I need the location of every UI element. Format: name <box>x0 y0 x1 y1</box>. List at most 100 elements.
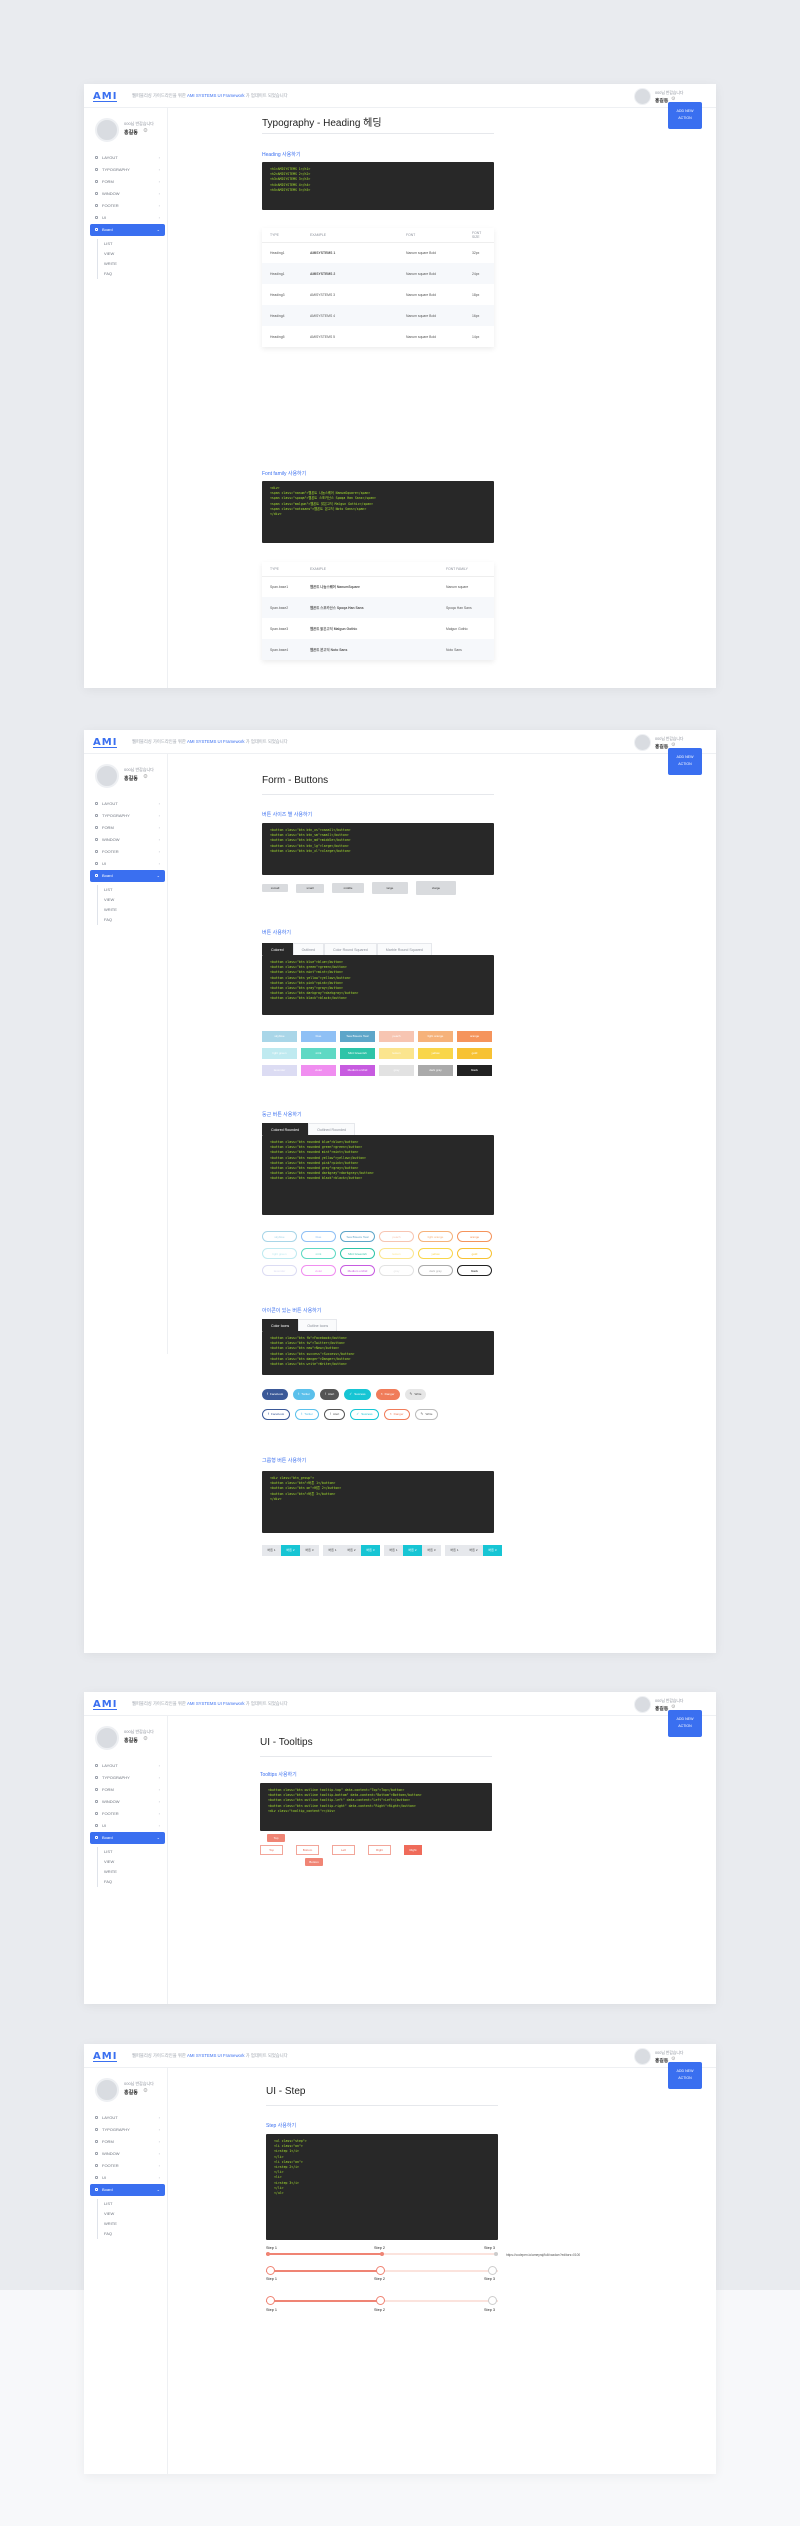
notice-highlight[interactable]: AMI SYSTEMS UI Framework <box>187 1701 245 1706</box>
sidebar-avatar[interactable] <box>95 118 119 142</box>
color-button[interactable]: Mint Greenish <box>340 1048 375 1059</box>
sidebar-item-typography[interactable]: TYPOGRAPHY › <box>90 810 165 822</box>
color-button[interactable]: orange <box>457 1031 492 1042</box>
color-button[interactable]: mint <box>301 1048 336 1059</box>
submenu-item-write[interactable]: WRITE <box>98 905 165 915</box>
alert-button[interactable]: ! Alert <box>324 1409 346 1420</box>
success-button[interactable]: ✓ Success <box>344 1389 371 1400</box>
rounded-button[interactable]: peach <box>379 1231 414 1242</box>
tooltip-right-button[interactable]: Right <box>368 1845 391 1855</box>
heading-code-block[interactable]: <h1>AMISYSTEMS 1</h1> <h2>AMISYSTEMS 2</h… <box>262 162 494 210</box>
rounded-button[interactable]: mint <box>301 1248 336 1259</box>
danger-button[interactable]: × Danger <box>375 1389 400 1400</box>
sidebar-item-layout[interactable]: LAYOUT › <box>90 798 165 810</box>
color-code-block[interactable]: <button class="btn blue">blue</button> <b… <box>262 955 494 1015</box>
large-button[interactable]: large <box>372 882 408 894</box>
rounded-button[interactable]: black <box>457 1265 492 1276</box>
group-button[interactable]: 버튼 1 <box>384 1545 403 1556</box>
group-button[interactable]: 버튼 3 <box>361 1545 380 1556</box>
xlarge-button[interactable]: xlarge <box>416 881 456 895</box>
alert-button[interactable]: ! Alert <box>320 1389 340 1400</box>
avatar[interactable] <box>634 1696 651 1713</box>
color-button[interactable]: blue <box>301 1031 336 1042</box>
stepper-1-node-3[interactable] <box>494 2252 498 2256</box>
color-button[interactable]: gold <box>457 1048 492 1059</box>
color-button[interactable]: peach <box>379 1031 414 1042</box>
color-button[interactable]: light green <box>262 1048 297 1059</box>
sidebar-item-form[interactable]: FORM › <box>90 176 165 188</box>
sidebar-item-layout[interactable]: LAYOUT › <box>90 2112 165 2124</box>
rounded-button[interactable]: gold <box>457 1248 492 1259</box>
submenu-item-list[interactable]: LIST <box>98 1847 165 1857</box>
submenu-item-list[interactable]: LIST <box>98 2199 165 2209</box>
sidebar-item-form[interactable]: FORM › <box>90 822 165 834</box>
stepper-3-node-3[interactable] <box>488 2296 497 2305</box>
submenu-item-faq[interactable]: FAQ <box>98 2229 165 2239</box>
danger-button[interactable]: × Danger <box>383 1409 410 1420</box>
facebook-button[interactable]: f Facebook <box>262 1389 289 1400</box>
submenu-item-write[interactable]: WRITE <box>98 1867 165 1877</box>
sidebar-gear-icon[interactable]: ⚙ <box>143 128 148 134</box>
tab-colored-rounded[interactable]: Colored Rounded <box>262 1123 309 1135</box>
rounded-button[interactable]: lavender <box>262 1265 297 1276</box>
sidebar-item-form[interactable]: FORM › <box>90 1784 165 1796</box>
submenu-item-view[interactable]: VIEW <box>98 249 165 259</box>
sidebar-avatar[interactable] <box>95 2078 119 2102</box>
group-button[interactable]: 버튼 1 <box>445 1545 464 1556</box>
sidebar-item-layout[interactable]: LAYOUT › <box>90 1760 165 1772</box>
color-button[interactable]: Medium orchid <box>340 1065 375 1076</box>
success-button[interactable]: ✓ Success <box>350 1409 379 1420</box>
tooltips-code-block[interactable]: <button class="btn outline tooltip-top" … <box>260 1783 492 1831</box>
facebook-button[interactable]: f Facebook <box>262 1409 291 1420</box>
sidebar-item-footer[interactable]: FOOTER › <box>90 200 165 212</box>
color-button[interactable]: skyblue <box>262 1031 297 1042</box>
sidebar-item-footer[interactable]: FOOTER › <box>90 846 165 858</box>
rounded-button[interactable]: yellow <box>418 1248 453 1259</box>
submenu-item-list[interactable]: LIST <box>98 885 165 895</box>
round-code-block[interactable]: <button class="btn rounded blue">blue</b… <box>262 1135 494 1215</box>
tab-marble-round[interactable]: Marble Round Squared <box>376 943 432 955</box>
rounded-button[interactable]: skyblue <box>262 1231 297 1242</box>
rounded-button[interactable]: lemon <box>379 1248 414 1259</box>
tooltip-left-button[interactable]: Left <box>332 1845 355 1855</box>
sidebar-item-window[interactable]: WINDOW › <box>90 2148 165 2160</box>
tooltip-top-button[interactable]: Top <box>260 1845 283 1855</box>
rounded-button[interactable]: Medium orchid <box>340 1265 375 1276</box>
group-button[interactable]: 버튼 1 <box>323 1545 342 1556</box>
stepper-2-node-2[interactable] <box>376 2266 385 2275</box>
font-code-block[interactable]: <div> <span class="nanum">웹폰트 나눔스퀘어 Nanu… <box>262 481 494 543</box>
sidebar-item-typography[interactable]: TYPOGRAPHY › <box>90 164 165 176</box>
add-action-button[interactable]: ADD NEW ACTION <box>668 102 702 129</box>
rounded-button[interactable]: orange <box>457 1231 492 1242</box>
rounded-button[interactable]: light orange <box>418 1231 453 1242</box>
color-button[interactable]: dark gray <box>418 1065 453 1076</box>
sidebar-item-typography[interactable]: TYPOGRAPHY › <box>90 2124 165 2136</box>
rounded-button[interactable]: blue <box>301 1231 336 1242</box>
submenu-item-faq[interactable]: FAQ <box>98 269 165 279</box>
sidebar-item-ui[interactable]: UI › <box>90 858 165 870</box>
color-button[interactable]: gray <box>379 1065 414 1076</box>
tab-outline-icons[interactable]: Outline Icons <box>298 1319 338 1331</box>
reference-url[interactable]: https://codepen.io/ameyraj/full/xazdwv?e… <box>506 2253 580 2257</box>
sidebar-item-board[interactable]: Board ⌄ <box>90 870 165 882</box>
sidebar-item-board[interactable]: Board ⌄ <box>90 224 165 236</box>
tab-outlined-rounded[interactable]: Outlined Rounded <box>308 1123 356 1135</box>
tab-outlined[interactable]: Outlined <box>292 943 324 955</box>
color-button[interactable]: violet <box>301 1065 336 1076</box>
small-button[interactable]: small <box>296 883 324 893</box>
xsmall-button[interactable]: xsmall <box>262 884 288 892</box>
sidebar-gear-icon[interactable]: ⚙ <box>143 1736 148 1742</box>
write-button[interactable]: ✎ Write <box>404 1389 427 1400</box>
color-button[interactable]: yellow <box>418 1048 453 1059</box>
sidebar-item-board[interactable]: Board ⌄ <box>90 2184 165 2196</box>
sidebar-item-footer[interactable]: FOOTER › <box>90 2160 165 2172</box>
size-code-block[interactable]: <button class="btn btn_xs">xsmall</butto… <box>262 823 494 875</box>
sidebar-item-window[interactable]: WINDOW › <box>90 834 165 846</box>
color-button[interactable]: Sea Breeze Teal <box>340 1031 375 1042</box>
color-button[interactable]: lemon <box>379 1048 414 1059</box>
add-action-button[interactable]: ADD NEW ACTION <box>668 1710 702 1737</box>
sidebar-item-window[interactable]: WINDOW › <box>90 1796 165 1808</box>
rounded-button[interactable]: gray <box>379 1265 414 1276</box>
tooltip-bottom-button[interactable]: Bottom <box>296 1845 319 1855</box>
rounded-button[interactable]: violet <box>301 1265 336 1276</box>
